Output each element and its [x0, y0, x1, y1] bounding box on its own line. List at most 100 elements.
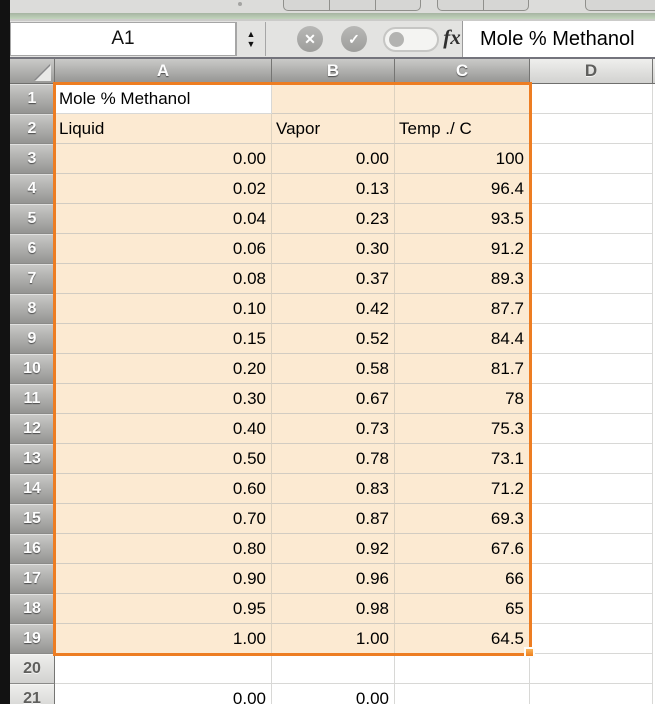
cell-C16[interactable]: 67.6: [395, 534, 530, 564]
cell-B18[interactable]: 0.98: [272, 594, 395, 624]
cell-C18[interactable]: 65: [395, 594, 530, 624]
cell-A4[interactable]: 0.02: [55, 174, 272, 204]
cell-A6[interactable]: 0.06: [55, 234, 272, 264]
cell-B16[interactable]: 0.92: [272, 534, 395, 564]
cell-B2[interactable]: Vapor: [272, 114, 395, 144]
cell-D16[interactable]: [530, 534, 653, 564]
cell-A11[interactable]: 0.30: [55, 384, 272, 414]
cell-D3[interactable]: [530, 144, 653, 174]
cell-B15[interactable]: 0.87: [272, 504, 395, 534]
name-box[interactable]: A1: [10, 22, 236, 56]
cell-A5[interactable]: 0.04: [55, 204, 272, 234]
cell-B17[interactable]: 0.96: [272, 564, 395, 594]
cell-B3[interactable]: 0.00: [272, 144, 395, 174]
row-header-17[interactable]: 17: [10, 564, 55, 594]
row-header-12[interactable]: 12: [10, 414, 55, 444]
row-header-9[interactable]: 9: [10, 324, 55, 354]
cell-D5[interactable]: [530, 204, 653, 234]
cell-A17[interactable]: 0.90: [55, 564, 272, 594]
cell-D8[interactable]: [530, 294, 653, 324]
cell-C3[interactable]: 100: [395, 144, 530, 174]
cell-A3[interactable]: 0.00: [55, 144, 272, 174]
row-header-5[interactable]: 5: [10, 204, 55, 234]
row-header-3[interactable]: 3: [10, 144, 55, 174]
row-header-11[interactable]: 11: [10, 384, 55, 414]
cell-D2[interactable]: [530, 114, 653, 144]
cell-D17[interactable]: [530, 564, 653, 594]
cell-B14[interactable]: 0.83: [272, 474, 395, 504]
cell-D1[interactable]: [530, 84, 653, 114]
row-header-4[interactable]: 4: [10, 174, 55, 204]
row-header-20[interactable]: 20: [10, 654, 55, 684]
stepper-up-icon[interactable]: ▲: [247, 29, 256, 39]
cell-C13[interactable]: 73.1: [395, 444, 530, 474]
cell-C20[interactable]: [395, 654, 530, 684]
row-header-16[interactable]: 16: [10, 534, 55, 564]
cell-A9[interactable]: 0.15: [55, 324, 272, 354]
row-header-19[interactable]: 19: [10, 624, 55, 654]
cell-C17[interactable]: 66: [395, 564, 530, 594]
cell-A7[interactable]: 0.08: [55, 264, 272, 294]
cell-B9[interactable]: 0.52: [272, 324, 395, 354]
cell-A2[interactable]: Liquid: [55, 114, 272, 144]
cell-D6[interactable]: [530, 234, 653, 264]
cell-C15[interactable]: 69.3: [395, 504, 530, 534]
cell-A20[interactable]: [55, 654, 272, 684]
cell-C11[interactable]: 78: [395, 384, 530, 414]
cell-D10[interactable]: [530, 354, 653, 384]
formula-input[interactable]: Mole % Methanol: [462, 21, 655, 57]
cell-C21[interactable]: [395, 684, 530, 704]
cell-C8[interactable]: 87.7: [395, 294, 530, 324]
cell-D11[interactable]: [530, 384, 653, 414]
row-header-6[interactable]: 6: [10, 234, 55, 264]
cell-C9[interactable]: 84.4: [395, 324, 530, 354]
name-box-stepper[interactable]: ▲ ▼: [236, 22, 266, 56]
row-header-2[interactable]: 2: [10, 114, 55, 144]
cell-B4[interactable]: 0.13: [272, 174, 395, 204]
column-header-C[interactable]: C: [395, 59, 530, 84]
cell-A12[interactable]: 0.40: [55, 414, 272, 444]
cell-D18[interactable]: [530, 594, 653, 624]
cell-A16[interactable]: 0.80: [55, 534, 272, 564]
cell-D15[interactable]: [530, 504, 653, 534]
row-header-13[interactable]: 13: [10, 444, 55, 474]
cancel-icon[interactable]: ✕: [297, 26, 323, 52]
fill-handle[interactable]: [524, 647, 535, 658]
cell-D9[interactable]: [530, 324, 653, 354]
cell-A14[interactable]: 0.60: [55, 474, 272, 504]
cell-A15[interactable]: 0.70: [55, 504, 272, 534]
cell-B5[interactable]: 0.23: [272, 204, 395, 234]
row-header-21[interactable]: 21: [10, 684, 55, 704]
cell-D21[interactable]: [530, 684, 653, 704]
cell-D13[interactable]: [530, 444, 653, 474]
row-header-1[interactable]: 1: [10, 84, 55, 114]
cell-B11[interactable]: 0.67: [272, 384, 395, 414]
cell-C4[interactable]: 96.4: [395, 174, 530, 204]
cell-D7[interactable]: [530, 264, 653, 294]
cell-B6[interactable]: 0.30: [272, 234, 395, 264]
cell-C5[interactable]: 93.5: [395, 204, 530, 234]
cell-C1[interactable]: [395, 84, 530, 114]
column-header-B[interactable]: B: [272, 59, 395, 84]
cell-C7[interactable]: 89.3: [395, 264, 530, 294]
cell-B20[interactable]: [272, 654, 395, 684]
cell-C2[interactable]: Temp ./ C: [395, 114, 530, 144]
row-header-7[interactable]: 7: [10, 264, 55, 294]
cell-C12[interactable]: 75.3: [395, 414, 530, 444]
row-header-18[interactable]: 18: [10, 594, 55, 624]
row-header-10[interactable]: 10: [10, 354, 55, 384]
cell-B1[interactable]: [272, 84, 395, 114]
cell-B8[interactable]: 0.42: [272, 294, 395, 324]
cell-C10[interactable]: 81.7: [395, 354, 530, 384]
cell-D4[interactable]: [530, 174, 653, 204]
accept-icon[interactable]: ✓: [341, 26, 367, 52]
cell-B19[interactable]: 1.00: [272, 624, 395, 654]
row-header-8[interactable]: 8: [10, 294, 55, 324]
row-header-14[interactable]: 14: [10, 474, 55, 504]
row-header-15[interactable]: 15: [10, 504, 55, 534]
cell-B13[interactable]: 0.78: [272, 444, 395, 474]
column-header-A[interactable]: A: [55, 59, 272, 84]
cell-D19[interactable]: [530, 624, 653, 654]
cell-A18[interactable]: 0.95: [55, 594, 272, 624]
cell-D20[interactable]: [530, 654, 653, 684]
